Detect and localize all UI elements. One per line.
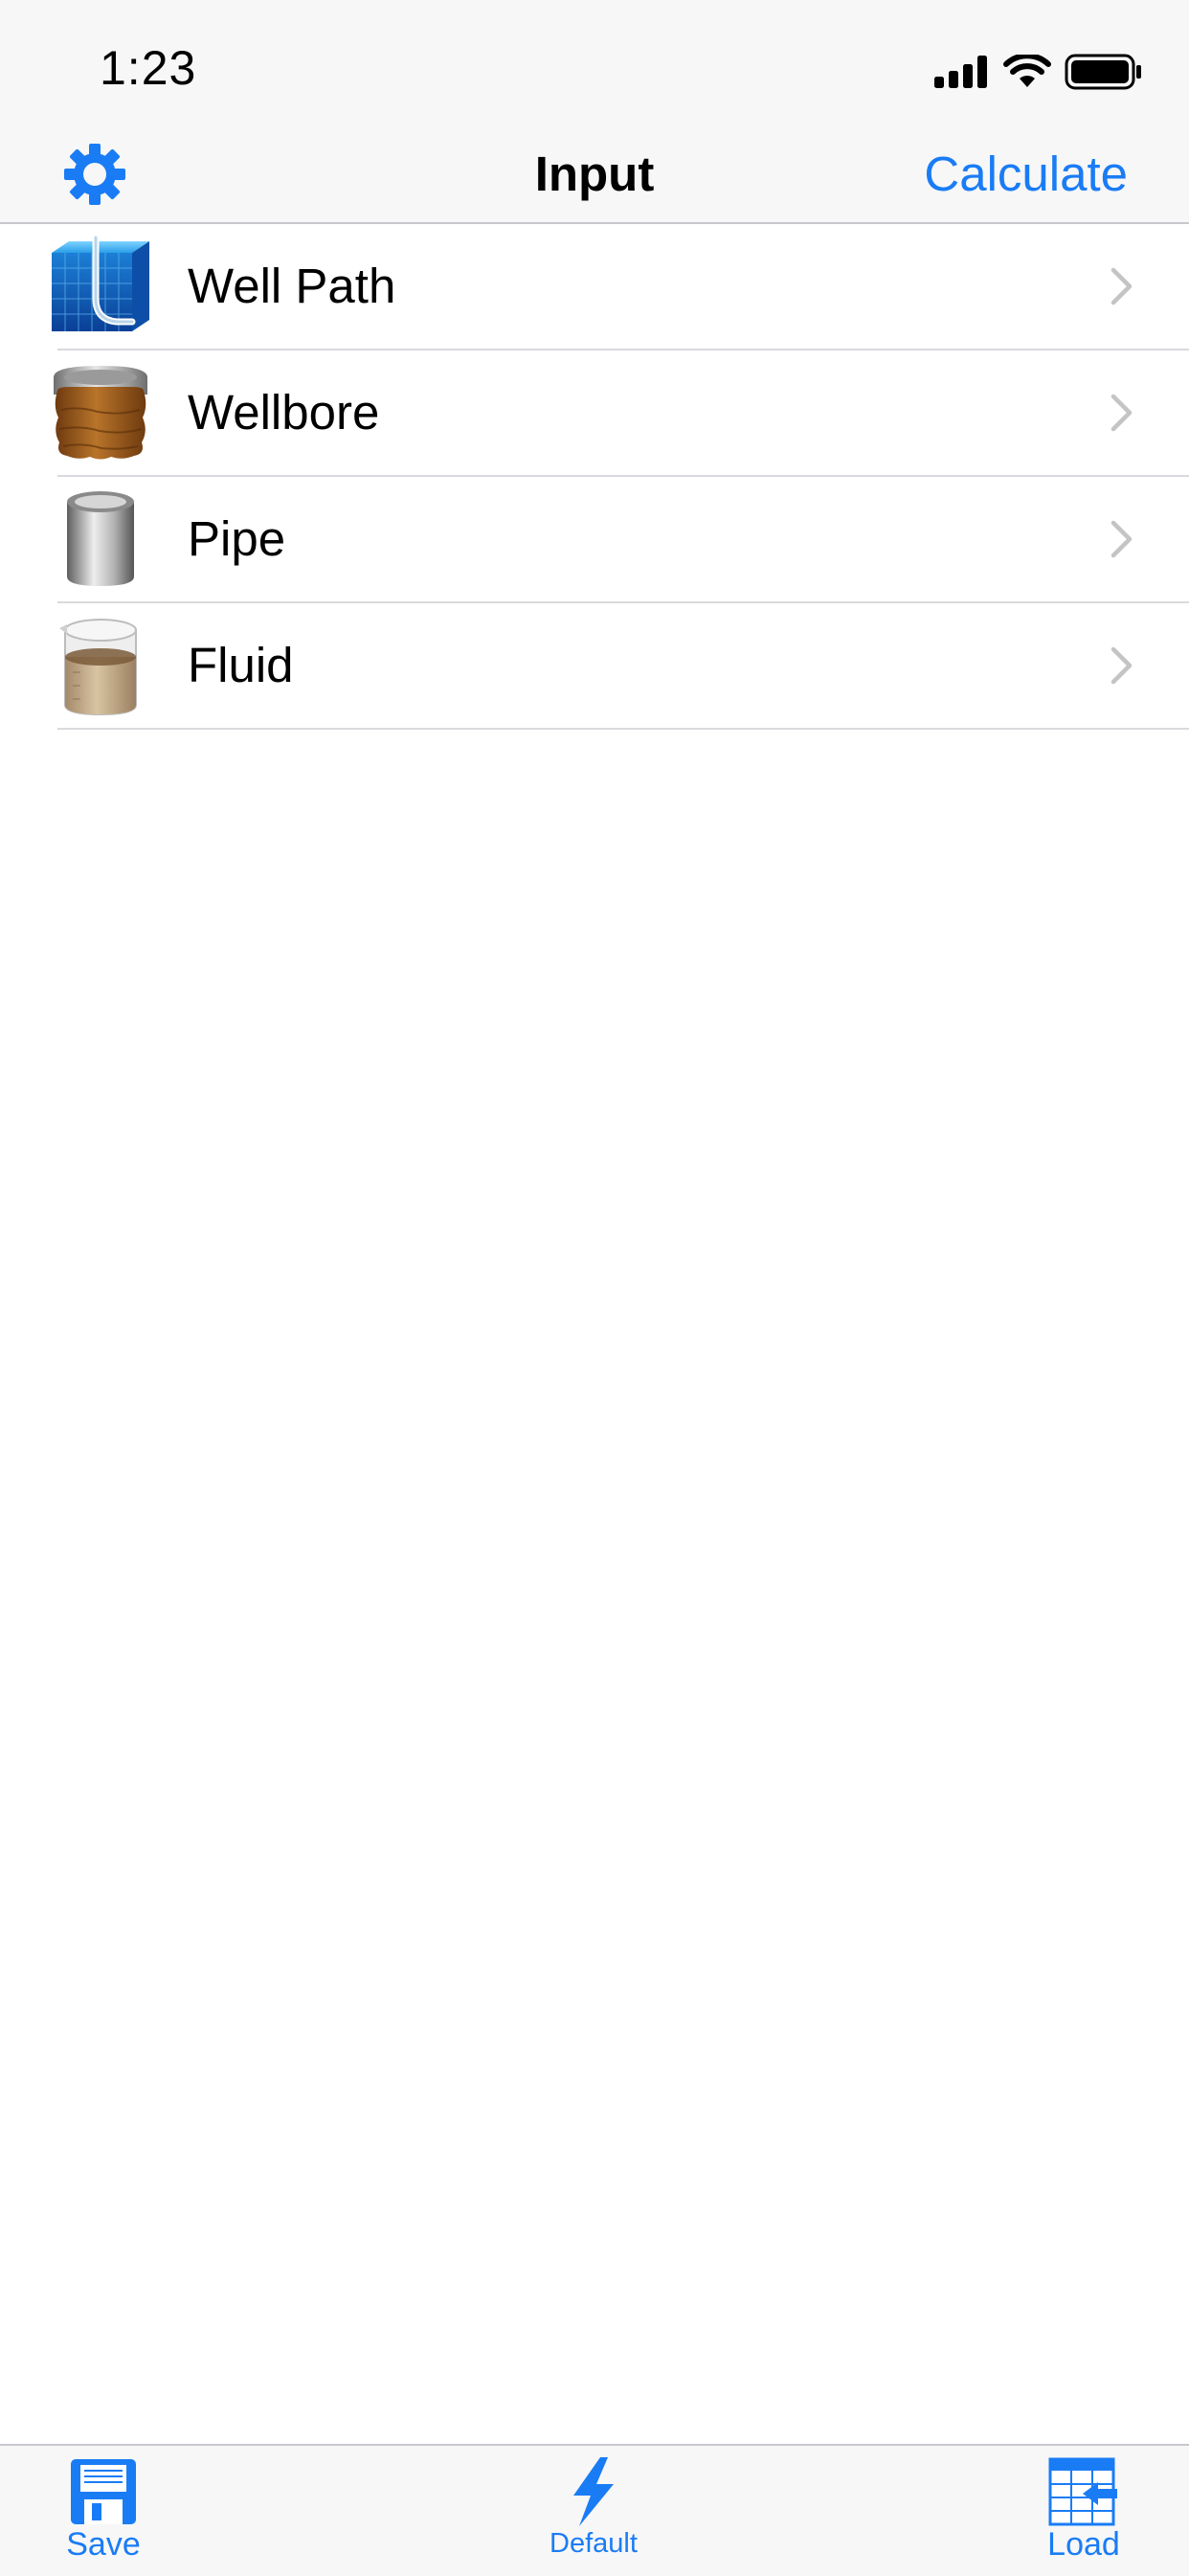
tab-bar: Save Default Load bbox=[0, 2444, 1189, 2576]
list-item-label: Wellbore bbox=[188, 385, 380, 440]
save-label: Save bbox=[66, 2526, 141, 2563]
input-list: Well Path Wellbore Pipe Fluid bbox=[0, 224, 1189, 730]
settings-button[interactable] bbox=[52, 131, 138, 217]
nav-bar: Input Calculate bbox=[0, 126, 1189, 224]
list-item-label: Pipe bbox=[188, 511, 286, 566]
well-path-icon bbox=[52, 236, 149, 331]
load-label: Load bbox=[1047, 2526, 1120, 2563]
signal-icon bbox=[934, 56, 987, 88]
list-item-wellbore[interactable]: Wellbore bbox=[0, 350, 1189, 477]
gear-icon bbox=[64, 144, 125, 205]
status-time: 1:23 bbox=[100, 41, 197, 95]
table-import-icon bbox=[1048, 2457, 1117, 2526]
list-item-pipe[interactable]: Pipe bbox=[0, 477, 1189, 603]
list-item-well-path[interactable]: Well Path bbox=[0, 224, 1189, 350]
list-item-label: Well Path bbox=[188, 259, 396, 313]
list-item-label: Fluid bbox=[188, 638, 294, 692]
chevron-right-icon bbox=[1110, 520, 1133, 558]
battery-icon bbox=[1065, 54, 1141, 90]
list-item-fluid[interactable]: Fluid bbox=[0, 603, 1189, 730]
load-button[interactable]: Load bbox=[1036, 2457, 1132, 2561]
save-button[interactable]: Save bbox=[56, 2457, 151, 2561]
pipe-icon bbox=[67, 491, 134, 586]
lightning-bolt-icon bbox=[573, 2457, 614, 2526]
status-bar: 1:23 bbox=[0, 0, 1189, 126]
chevron-right-icon bbox=[1110, 646, 1133, 685]
default-button[interactable]: Default bbox=[517, 2457, 670, 2558]
chevron-right-icon bbox=[1110, 394, 1133, 432]
default-label: Default bbox=[550, 2528, 638, 2559]
floppy-disk-icon bbox=[71, 2459, 136, 2524]
wellbore-icon bbox=[54, 366, 147, 460]
chevron-right-icon bbox=[1110, 267, 1133, 305]
wifi-icon bbox=[1003, 55, 1051, 87]
calculate-button[interactable]: Calculate bbox=[924, 126, 1128, 222]
fluid-beaker-icon bbox=[59, 619, 137, 716]
status-icons bbox=[934, 50, 1143, 94]
